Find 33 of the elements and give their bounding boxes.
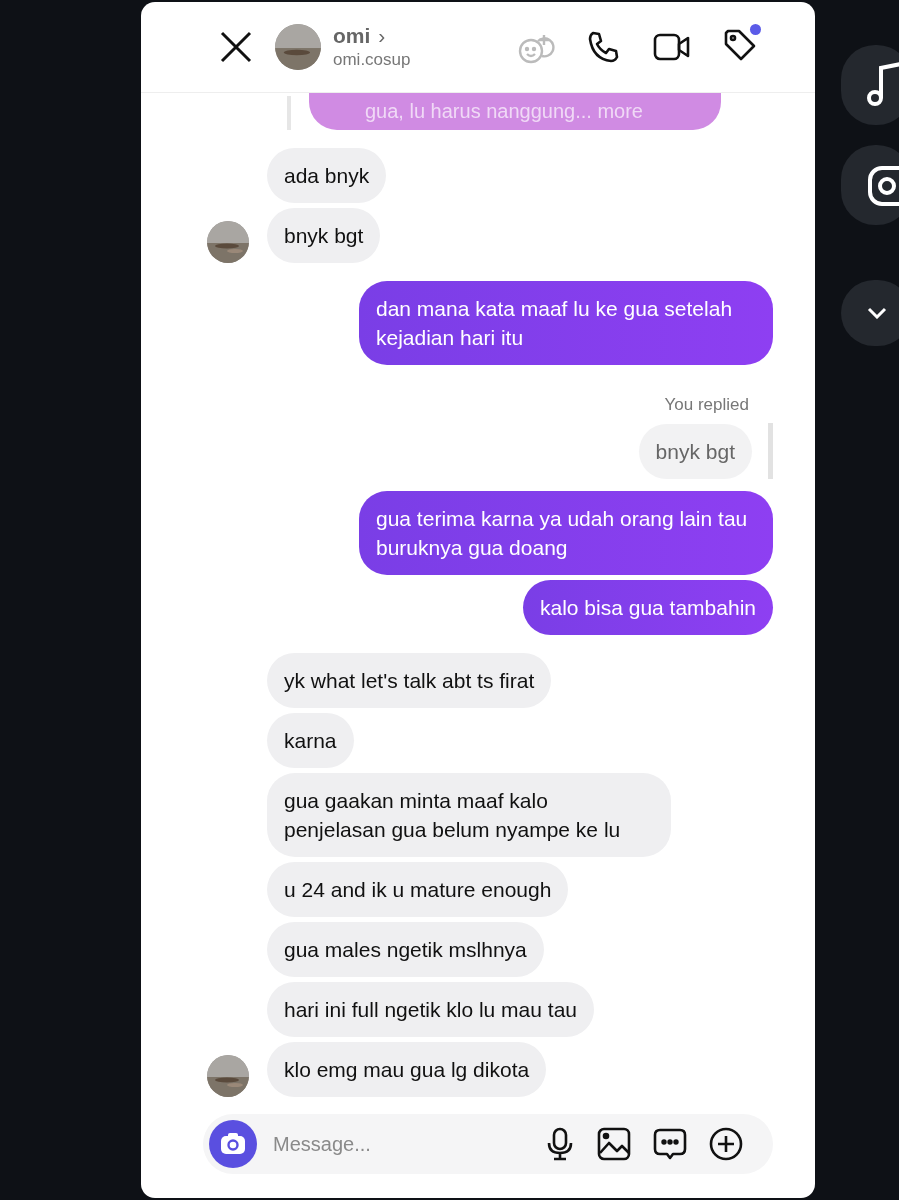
contact-name[interactable]: omi	[333, 24, 371, 48]
message-bubble: gua males ngetik mslhnya	[267, 922, 544, 977]
chevron-icon[interactable]: ›	[378, 24, 386, 48]
mention-button[interactable]	[841, 145, 899, 225]
message-bubble: karna	[267, 713, 354, 768]
microphone-icon[interactable]	[545, 1127, 575, 1161]
music-note-icon	[867, 62, 899, 108]
expand-button[interactable]	[841, 280, 899, 346]
message-bubble: u 24 and ik u mature enough	[267, 862, 569, 917]
reply-label: You replied	[664, 395, 749, 415]
image-icon[interactable]	[597, 1127, 631, 1161]
message-bubble: klo emg mau gua lg dikota	[267, 1042, 547, 1097]
message-bubble: dan mana kata maaf lu ke gua setelah kejadian hari itu	[359, 281, 773, 365]
message-bubble: ada bnyk	[267, 148, 387, 203]
chevron-down-icon	[867, 307, 887, 319]
video-call-icon[interactable]	[653, 32, 691, 62]
add-icon[interactable]	[709, 1127, 743, 1161]
music-button[interactable]	[841, 45, 899, 125]
chat-bubble-icon[interactable]	[653, 1127, 687, 1161]
camera-button[interactable]	[209, 1120, 257, 1168]
close-icon[interactable]	[219, 30, 253, 64]
message-bubble: kalo bisa gua tambahin	[523, 580, 773, 635]
quoted-message: gua, lu harus nanggung... more	[309, 93, 721, 130]
message-field[interactable]: Message...	[271, 1131, 525, 1157]
camera-icon	[219, 1132, 247, 1156]
message-bubble: gua terima karna ya udah orang lain tau buruknya gua doang	[359, 491, 773, 575]
phone-icon[interactable]	[587, 30, 621, 64]
quoted-message: bnyk bgt	[638, 424, 752, 479]
message-bubble: yk what let's talk abt ts firat	[267, 653, 552, 708]
contact-username: omi.cosup	[333, 50, 411, 70]
message-bubble: hari ini full ngetik klo lu mau tau	[267, 982, 594, 1037]
message-bubble: gua gaakan minta maaf kalo penjelasan gua belum nyampe ke lu	[267, 773, 671, 857]
message-bubble: bnyk bgt	[267, 208, 381, 263]
